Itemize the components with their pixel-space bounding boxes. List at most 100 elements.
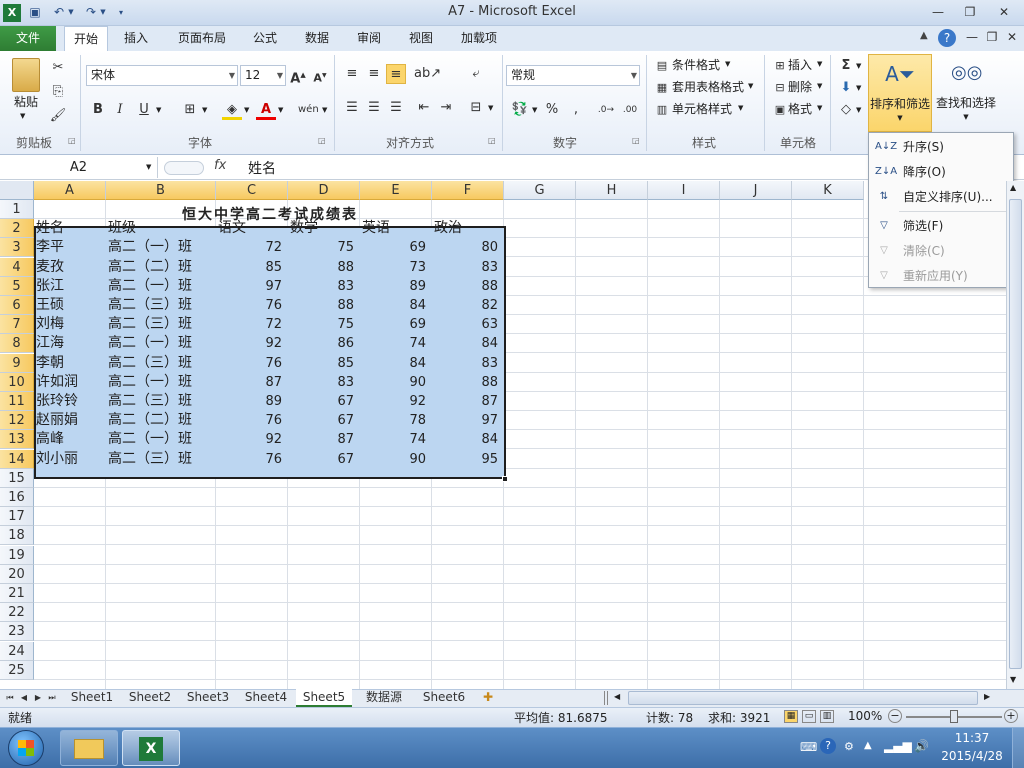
data-cell[interactable]: 88 — [290, 258, 358, 277]
hscroll-splitter[interactable] — [604, 691, 608, 705]
help-icon[interactable]: ? — [938, 29, 956, 47]
data-cell[interactable]: 63 — [434, 315, 502, 334]
data-cell[interactable]: 76 — [218, 450, 286, 469]
formula-bar-handle[interactable] — [164, 161, 204, 175]
header-cell[interactable]: 政治 — [434, 219, 502, 238]
shrink-font-icon[interactable]: A▼ — [310, 66, 330, 86]
page-layout-view-icon[interactable]: ▭ — [802, 710, 816, 723]
format-as-table-icon[interactable]: ▦ — [652, 78, 672, 98]
percent-style-icon[interactable]: % — [542, 100, 562, 120]
font-color-icon[interactable]: A — [256, 100, 276, 120]
data-cell[interactable]: 高二（二）班 — [108, 411, 214, 430]
row-header-14[interactable]: 14 — [0, 450, 34, 469]
zoom-level[interactable]: 100% — [848, 709, 882, 723]
fill-handle[interactable] — [502, 476, 508, 482]
data-cell[interactable]: 李朝 — [36, 354, 104, 373]
align-bottom-icon[interactable]: ≡ — [386, 64, 406, 84]
column-header-a[interactable]: A — [34, 181, 106, 200]
data-cell[interactable]: 李平 — [36, 238, 104, 257]
data-cell[interactable]: 90 — [362, 373, 430, 392]
cell-styles-icon[interactable]: ▥ — [652, 100, 672, 120]
data-cell[interactable]: 86 — [290, 334, 358, 353]
menu-item-filter[interactable]: ▽ 筛选(F) — [869, 214, 1013, 238]
tab-insert[interactable]: 插入 — [116, 26, 156, 51]
help-tray-icon[interactable]: ? — [820, 738, 836, 754]
column-header-k[interactable]: K — [792, 181, 864, 200]
fill-icon[interactable]: ⬇ — [836, 78, 856, 98]
clear-dropdown-icon[interactable]: ▼ — [856, 106, 861, 114]
data-cell[interactable]: 89 — [218, 392, 286, 411]
paste-button[interactable]: 粘贴 — [10, 92, 42, 113]
volume-icon[interactable]: 🔊 — [914, 739, 929, 753]
data-cell[interactable]: 67 — [290, 450, 358, 469]
format-cells-icon[interactable]: ▣ — [770, 100, 790, 120]
row-header-17[interactable]: 17 — [0, 507, 34, 526]
excel-taskbar-button[interactable]: X — [122, 730, 180, 766]
name-box[interactable]: A2 — [0, 157, 158, 178]
sheet-tab-0[interactable]: Sheet1 — [64, 689, 120, 707]
paste-icon[interactable] — [12, 58, 40, 92]
column-header-i[interactable]: I — [648, 181, 720, 200]
clock-time[interactable]: 11:37 — [944, 731, 1000, 745]
data-cell[interactable]: 刘梅 — [36, 315, 104, 334]
data-cell[interactable]: 76 — [218, 296, 286, 315]
scroll-thumb[interactable] — [1009, 199, 1022, 669]
bold-icon[interactable]: B — [88, 100, 108, 120]
first-sheet-icon[interactable]: ⏮ — [4, 689, 16, 707]
data-cell[interactable]: 67 — [290, 392, 358, 411]
underline-dropdown-icon[interactable]: ▼ — [156, 106, 161, 114]
format-as-table-button[interactable]: 套用表格格式 — [672, 77, 744, 98]
data-cell[interactable]: 74 — [362, 334, 430, 353]
tray-menu-icon[interactable]: ⚙ — [844, 740, 854, 753]
tab-file[interactable]: 文件 — [0, 26, 56, 51]
font-size-combo[interactable]: 12 ▼ — [240, 65, 286, 86]
data-cell[interactable]: 83 — [290, 373, 358, 392]
data-cell[interactable]: 87 — [434, 392, 502, 411]
column-header-b[interactable]: B — [106, 181, 216, 200]
data-cell[interactable]: 92 — [362, 392, 430, 411]
column-header-d[interactable]: D — [288, 181, 360, 200]
data-cell[interactable]: 92 — [218, 334, 286, 353]
format-cells-button[interactable]: 格式 — [788, 99, 812, 120]
insert-function-button[interactable]: fx — [214, 158, 238, 173]
row-header-11[interactable]: 11 — [0, 392, 34, 411]
tab-addins[interactable]: 加载项 — [454, 26, 504, 51]
row-header-12[interactable]: 12 — [0, 411, 34, 430]
delete-cells-button[interactable]: 删除 — [788, 77, 812, 98]
increase-indent-icon[interactable]: ⇥ — [436, 98, 456, 118]
font-color-dropdown-icon[interactable]: ▼ — [278, 106, 283, 114]
data-cell[interactable]: 高二（三）班 — [108, 315, 214, 334]
header-cell[interactable]: 姓名 — [36, 219, 104, 238]
data-cell[interactable]: 95 — [434, 450, 502, 469]
row-header-18[interactable]: 18 — [0, 526, 34, 545]
data-cell[interactable]: 67 — [290, 411, 358, 430]
data-cell[interactable]: 高二（一）班 — [108, 430, 214, 449]
sheet-tab-2[interactable]: Sheet3 — [180, 689, 236, 707]
data-cell[interactable]: 高二（一）班 — [108, 238, 214, 257]
formula-input[interactable]: 姓名 — [248, 158, 276, 178]
tab-view[interactable]: 视图 — [402, 26, 440, 51]
tab-review[interactable]: 审阅 — [350, 26, 388, 51]
data-cell[interactable]: 83 — [434, 354, 502, 373]
data-cell[interactable]: 高二（二）班 — [108, 258, 214, 277]
phonetic-icon[interactable]: wén — [298, 100, 319, 120]
row-header-4[interactable]: 4 — [0, 258, 34, 277]
conditional-format-dropdown-icon[interactable]: ▼ — [725, 60, 730, 68]
clock-date[interactable]: 2015/4/28 — [936, 749, 1008, 763]
delete-cells-icon[interactable]: ⊟ — [770, 78, 790, 98]
data-cell[interactable]: 97 — [218, 277, 286, 296]
data-cell[interactable]: 84 — [362, 354, 430, 373]
normal-view-icon[interactable]: ▦ — [784, 710, 798, 723]
menu-item-sort-ascending[interactable]: A↓Z 升序(S) — [869, 135, 1013, 159]
data-cell[interactable]: 高二（三）班 — [108, 296, 214, 315]
data-cell[interactable]: 69 — [362, 238, 430, 257]
data-cell[interactable]: 69 — [362, 315, 430, 334]
data-cell[interactable]: 83 — [290, 277, 358, 296]
dialog-launcher-icon[interactable]: ◲ — [632, 136, 640, 145]
data-cell[interactable]: 高二（一）班 — [108, 373, 214, 392]
borders-dropdown-icon[interactable]: ▼ — [202, 106, 207, 114]
data-cell[interactable]: 75 — [290, 238, 358, 257]
dialog-launcher-icon[interactable]: ◲ — [318, 136, 326, 145]
align-left-icon[interactable]: ☰ — [342, 98, 362, 118]
row-header-15[interactable]: 15 — [0, 469, 34, 488]
